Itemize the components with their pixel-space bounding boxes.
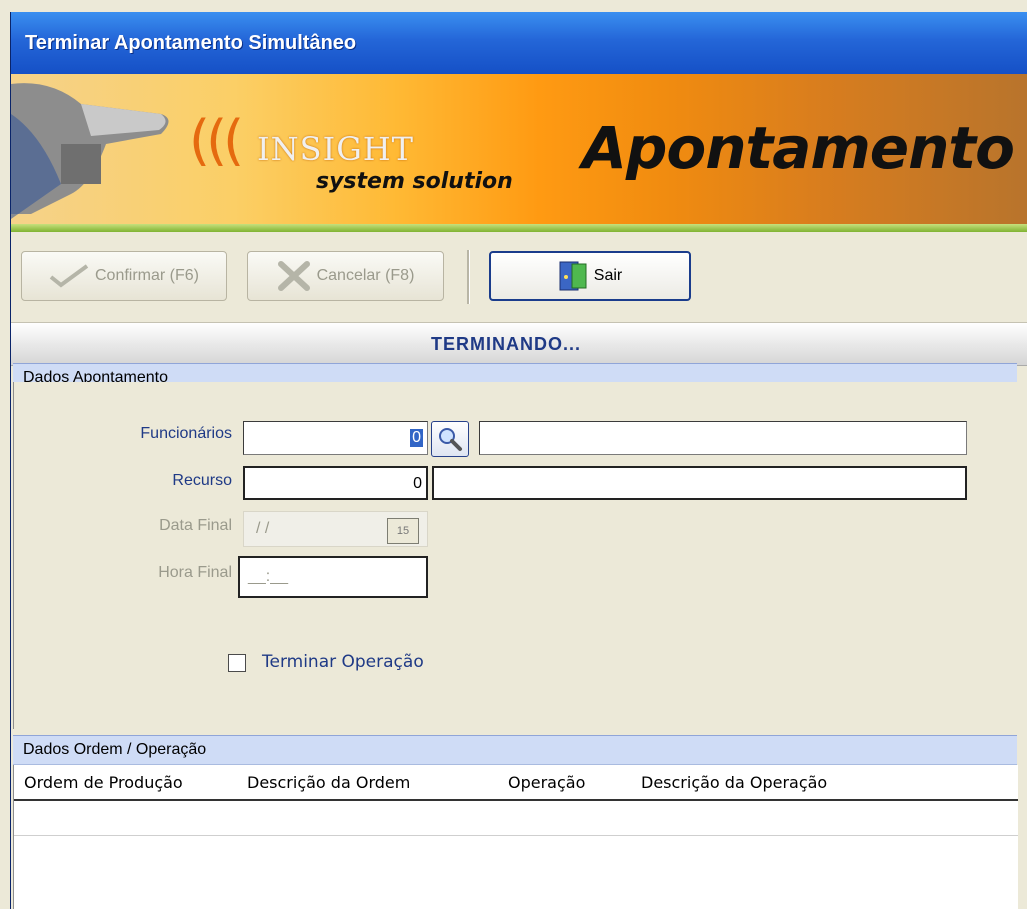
logo-subtitle: system solution — [316, 169, 513, 194]
terminar-operacao-checkbox[interactable] — [228, 654, 246, 672]
recurso-name-field[interactable] — [432, 466, 967, 500]
recurso-code-field[interactable]: 0 — [243, 466, 428, 500]
status-text: TERMINANDO... — [431, 334, 581, 354]
confirm-button-label: Confirmar (F6) — [94, 267, 199, 284]
hora-final-value: __:__ — [248, 568, 289, 585]
calendar-icon[interactable]: 15 — [387, 518, 419, 544]
lookup-button[interactable] — [431, 421, 469, 457]
recurso-label: Recurso — [172, 472, 232, 489]
cancel-button-label: Cancelar (F8) — [316, 267, 415, 284]
calendar-day-text: 15 — [396, 525, 410, 537]
data-final-value: / / — [256, 520, 270, 537]
terminar-operacao-label[interactable]: Terminar Operação — [262, 652, 424, 672]
group-title: Dados Ordem / Operação — [23, 741, 207, 758]
table-row[interactable] — [14, 801, 1018, 836]
ordem-operacao-grid[interactable]: Ordem de Produção Descrição da Ordem Ope… — [13, 765, 1018, 909]
column-header-ordem[interactable]: Ordem de Produção — [24, 773, 183, 792]
signal-arcs-logo: ((( — [189, 109, 244, 172]
check-icon — [49, 264, 89, 288]
module-title: Apontamento — [581, 114, 1015, 182]
exit-button-label: Sair — [593, 267, 623, 284]
column-header-descricao-operacao[interactable]: Descrição da Operação — [641, 773, 827, 792]
funcionarios-label: Funcionários — [140, 425, 232, 442]
funcionarios-code-field[interactable]: 0 — [243, 421, 428, 455]
grid-header: Ordem de Produção Descrição da Ordem Ope… — [14, 765, 1018, 801]
magnifier-icon — [439, 428, 462, 451]
recurso-code-value: 0 — [413, 475, 422, 492]
cancel-button[interactable]: Cancelar (F8) — [247, 251, 444, 301]
banner-green-strip — [11, 224, 1027, 232]
logo-name: INSIGHT — [257, 130, 415, 168]
group-header-dados-ordem: Dados Ordem / Operação — [13, 735, 1017, 765]
toolbar: Confirmar (F6) Cancelar (F8) Sair — [11, 232, 1027, 322]
toolbar-separator — [467, 250, 470, 304]
barcode-scanner-image — [11, 83, 169, 219]
door-icon — [559, 261, 587, 291]
header-banner: ((( INSIGHT system solution Apontamento — [11, 74, 1027, 232]
column-header-operacao[interactable]: Operação — [508, 773, 585, 792]
title-bar[interactable]: Terminar Apontamento Simultâneo — [11, 12, 1027, 74]
status-bar: TERMINANDO... — [11, 322, 1027, 366]
exit-button[interactable]: Sair — [489, 251, 691, 301]
hora-final-field[interactable]: __:__ — [238, 556, 428, 598]
confirm-button[interactable]: Confirmar (F6) — [21, 251, 227, 301]
hora-final-label: Hora Final — [158, 564, 232, 581]
window-title: Terminar Apontamento Simultâneo — [25, 32, 357, 54]
column-header-descricao-ordem[interactable]: Descrição da Ordem — [247, 773, 410, 792]
data-final-label: Data Final — [159, 517, 232, 534]
x-icon — [277, 261, 310, 291]
funcionarios-code-value: 0 — [410, 429, 423, 447]
funcionarios-name-field[interactable] — [479, 421, 967, 455]
